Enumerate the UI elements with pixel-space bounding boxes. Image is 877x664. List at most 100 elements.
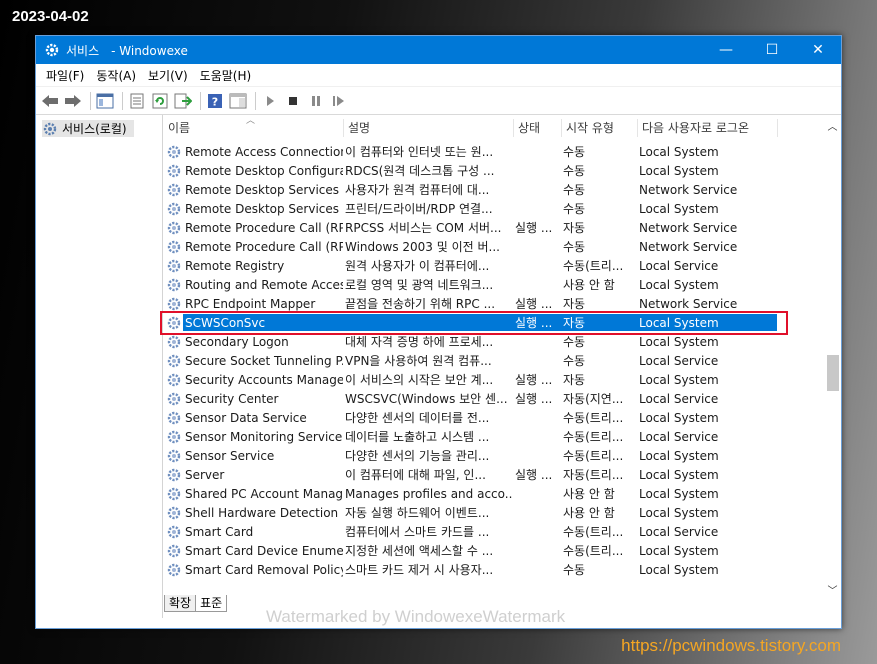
- table-row[interactable]: Smart Card 컴퓨터에서 스마트 카드를 ... 수동(트리... Local…: [164, 522, 823, 541]
- service-gear-icon: [167, 202, 181, 215]
- table-row[interactable]: Shared PC Account Manager Manages profile…: [164, 484, 823, 503]
- service-log-on-as: Local System: [639, 372, 719, 387]
- service-log-on-as: Network Service: [639, 296, 738, 311]
- service-description: 로컬 영역 및 광역 네트워크...: [345, 278, 494, 292]
- service-gear-icon: [167, 240, 181, 253]
- maximize-button[interactable]: ☐: [749, 36, 795, 64]
- service-log-on-as: Local System: [639, 486, 719, 501]
- console-tree: 서비스(로컬): [36, 115, 163, 618]
- column-header-log-on-as[interactable]: 다음 사용자로 로그온: [638, 119, 778, 137]
- table-row[interactable]: Smart Card Device Enumer... 지정한 세션에 액세스할 …: [164, 541, 823, 560]
- stop-icon[interactable]: [283, 91, 303, 111]
- tab-standard[interactable]: 표준: [195, 595, 228, 612]
- service-log-on-as: Network Service: [639, 182, 738, 197]
- service-gear-icon: [167, 411, 181, 424]
- service-gear-icon: [167, 563, 181, 576]
- service-name: Shared PC Account Manager: [185, 486, 343, 501]
- tree-item-services-local[interactable]: 서비스(로컬): [42, 120, 134, 137]
- service-log-on-as: Local Service: [639, 524, 719, 539]
- close-button[interactable]: ✕: [795, 36, 841, 64]
- service-gear-icon: [167, 487, 181, 500]
- title-bar[interactable]: 서비스 - Windowexe — ☐ ✕: [36, 36, 841, 64]
- forward-icon[interactable]: [63, 91, 83, 111]
- service-gear-icon: [167, 525, 181, 538]
- service-name: Smart Card: [185, 524, 254, 539]
- toolbar-divider: [200, 91, 201, 110]
- service-gear-icon: [167, 506, 181, 519]
- service-startup-type: 수동: [563, 240, 586, 254]
- service-status: 실행 ...: [515, 221, 553, 235]
- export-list-icon[interactable]: [173, 91, 193, 111]
- service-description: 끝점을 전송하기 위해 RPC ...: [345, 297, 496, 311]
- service-startup-type: 수동: [563, 145, 586, 159]
- watermark-text: Watermarked by WindowexeWatermark: [266, 607, 566, 626]
- service-description: 스마트 카드 제거 시 사용자...: [345, 563, 494, 577]
- column-header-status[interactable]: 상태: [514, 119, 562, 137]
- service-description: Windows 2003 및 이전 버...: [345, 240, 500, 254]
- service-name: Server: [185, 467, 225, 482]
- service-startup-type: 수동(트리...: [563, 449, 624, 463]
- service-log-on-as: Local System: [639, 144, 719, 159]
- service-status: 실행 ...: [515, 392, 553, 406]
- play-icon[interactable]: [260, 91, 280, 111]
- service-description: 다양한 센서의 기능을 관리...: [345, 449, 490, 463]
- back-icon[interactable]: [40, 91, 60, 111]
- table-row[interactable]: Shell Hardware Detection 자동 실행 하드웨어 이벤트..…: [164, 503, 823, 522]
- restart-icon[interactable]: [329, 91, 349, 111]
- service-startup-type: 자동(트리...: [563, 468, 624, 482]
- help-icon[interactable]: ?: [205, 91, 225, 111]
- table-row[interactable]: Sensor Monitoring Service 데이터를 노출하고 시스템 .…: [164, 427, 823, 446]
- column-header-description[interactable]: 설명: [344, 119, 514, 137]
- table-row[interactable]: Secure Socket Tunneling P... VPN을 사용하여 원격…: [164, 351, 823, 370]
- service-name: Security Accounts Manager: [185, 372, 343, 387]
- properties-icon[interactable]: [127, 91, 147, 111]
- service-log-on-as: Local Service: [639, 258, 719, 273]
- table-row[interactable]: Server 이 컴퓨터에 대해 파일, 인... 실행 ... 자동(트리... Lo…: [164, 465, 823, 484]
- minimize-button[interactable]: —: [703, 36, 749, 64]
- vertical-scrollbar[interactable]: ︿ ﹀: [824, 117, 841, 598]
- menu-view[interactable]: 보기(V): [142, 67, 194, 84]
- menu-help[interactable]: 도움말(H): [194, 67, 258, 84]
- window-title: 서비스 - Windowexe: [66, 43, 188, 58]
- table-row[interactable]: Remote Desktop Services ... 프린터/드라이버/RDP …: [164, 199, 823, 218]
- table-row[interactable]: Remote Desktop Services 사용자가 원격 컴퓨터에 대...…: [164, 180, 823, 199]
- table-row[interactable]: Security Accounts Manager 이 서비스의 시작은 보안 계…: [164, 370, 823, 389]
- table-row[interactable]: Remote Desktop Configura... RDCS(원격 데스크톱 …: [164, 161, 823, 180]
- service-gear-icon: [167, 468, 181, 481]
- refresh-icon[interactable]: [150, 91, 170, 111]
- table-row[interactable]: Remote Access Connection... 이 컴퓨터와 인터넷 또는…: [164, 142, 823, 161]
- console-tree-icon[interactable]: [95, 91, 115, 111]
- service-name: Remote Access Connection...: [185, 144, 343, 159]
- tab-extended[interactable]: 확장: [164, 595, 197, 612]
- menu-file[interactable]: 파일(F): [40, 67, 90, 84]
- table-row[interactable]: Remote Procedure Call (RP... Windows 2003…: [164, 237, 823, 256]
- column-header-startup-type[interactable]: 시작 유형: [562, 119, 638, 137]
- scrollbar-thumb[interactable]: [827, 355, 839, 391]
- scroll-down-icon[interactable]: ﹀: [824, 581, 841, 598]
- service-name: Remote Desktop Services ...: [185, 201, 343, 216]
- menu-action[interactable]: 동작(A): [90, 67, 142, 84]
- site-url: https://pcwindows.tistory.com: [621, 636, 841, 655]
- table-row[interactable]: Security Center WSCSVC(Windows 보안 센... 실행 …: [164, 389, 823, 408]
- service-description: 컴퓨터에서 스마트 카드를 ...: [345, 525, 490, 539]
- service-startup-type: 수동: [563, 354, 586, 368]
- service-startup-type: 사용 안 함: [563, 278, 615, 292]
- table-row[interactable]: Smart Card Removal Policy 스마트 카드 제거 시 사용자…: [164, 560, 823, 579]
- table-row[interactable]: Remote Procedure Call (RP... RPCSS 서비스는 C…: [164, 218, 823, 237]
- table-row[interactable]: Sensor Service 다양한 센서의 기능을 관리... 수동(트리... L…: [164, 446, 823, 465]
- service-gear-icon: [167, 430, 181, 443]
- pause-icon[interactable]: [306, 91, 326, 111]
- service-gear-icon: [167, 259, 181, 272]
- service-description: Manages profiles and acco...: [345, 486, 513, 501]
- show-hide-pane-icon[interactable]: [228, 91, 248, 111]
- service-name: Remote Desktop Configura...: [185, 163, 343, 178]
- column-header-name[interactable]: 이름 ︿: [164, 116, 344, 137]
- table-row[interactable]: Remote Registry 원격 사용자가 이 컴퓨터에... 수동(트리...…: [164, 256, 823, 275]
- service-log-on-as: Local System: [639, 467, 719, 482]
- scroll-up-icon[interactable]: ︿: [824, 117, 841, 134]
- table-row[interactable]: Routing and Remote Access 로컬 영역 및 광역 네트워크…: [164, 275, 823, 294]
- service-startup-type: 사용 안 함: [563, 487, 615, 501]
- service-startup-type: 자동: [563, 373, 586, 387]
- table-row[interactable]: Sensor Data Service 다양한 센서의 데이터를 전... 수동(트…: [164, 408, 823, 427]
- service-log-on-as: Network Service: [639, 239, 738, 254]
